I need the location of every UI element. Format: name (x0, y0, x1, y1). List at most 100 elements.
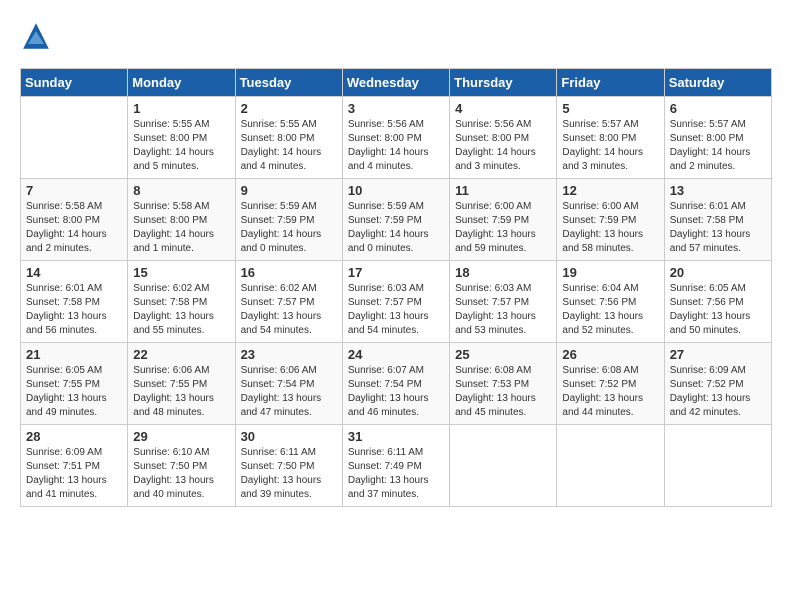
day-number: 31 (348, 429, 444, 444)
calendar-cell: 3Sunrise: 5:56 AMSunset: 8:00 PMDaylight… (342, 97, 449, 179)
day-number: 17 (348, 265, 444, 280)
day-number: 10 (348, 183, 444, 198)
calendar-cell: 5 Sunrise: 5:57 AMSunset: 8:00 PMDaylight… (557, 97, 664, 179)
calendar-cell: 24 Sunrise: 6:07 AMSunset: 7:54 PMDayligh… (342, 343, 449, 425)
day-info: Sunrise: 6:11 AMSunset: 7:49 PMDaylight:… (348, 446, 444, 502)
day-info: Sunrise: 5:58 AMSunset: 8:00 PMDaylight:… (26, 200, 122, 256)
day-info: Sunrise: 6:03 AMSunset: 7:57 PMDaylight:… (455, 282, 551, 338)
day-number: 7 (26, 183, 122, 198)
day-info: Sunrise: 5:55 AMSunset: 8:00 PMDaylight:… (241, 118, 337, 174)
calendar-cell: 4 Sunrise: 5:56 AMSunset: 8:00 PMDaylight… (450, 97, 557, 179)
day-info: Sunrise: 6:02 AMSunset: 7:58 PMDaylight:… (133, 282, 229, 338)
calendar-cell: 12 Sunrise: 6:00 AMSunset: 7:59 PMDayligh… (557, 179, 664, 261)
day-number: 4 (455, 101, 551, 116)
day-number: 19 (562, 265, 658, 280)
calendar-cell: 6 Sunrise: 5:57 AMSunset: 8:00 PMDaylight… (664, 97, 771, 179)
day-number: 2 (241, 101, 337, 116)
day-number: 27 (670, 347, 766, 362)
calendar-row-2: 7 Sunrise: 5:58 AMSunset: 8:00 PMDaylight… (21, 179, 772, 261)
calendar-cell: 28 Sunrise: 6:09 AMSunset: 7:51 PMDayligh… (21, 425, 128, 507)
col-header-friday: Friday (557, 69, 664, 97)
calendar-cell: 26 Sunrise: 6:08 AMSunset: 7:52 PMDayligh… (557, 343, 664, 425)
day-number: 29 (133, 429, 229, 444)
col-header-sunday: Sunday (21, 69, 128, 97)
calendar-cell: 22Sunrise: 6:06 AMSunset: 7:55 PMDayligh… (128, 343, 235, 425)
day-number: 15 (133, 265, 229, 280)
day-number: 24 (348, 347, 444, 362)
day-info: Sunrise: 6:09 AMSunset: 7:52 PMDaylight:… (670, 364, 766, 420)
day-info: Sunrise: 6:08 AMSunset: 7:52 PMDaylight:… (562, 364, 658, 420)
calendar-cell: 8 Sunrise: 5:58 AMSunset: 8:00 PMDaylight… (128, 179, 235, 261)
day-info: Sunrise: 5:58 AMSunset: 8:00 PMDaylight:… (133, 200, 229, 256)
day-info: Sunrise: 6:01 AMSunset: 7:58 PMDaylight:… (670, 200, 766, 256)
day-number: 18 (455, 265, 551, 280)
calendar-cell: 17 Sunrise: 6:03 AMSunset: 7:57 PMDayligh… (342, 261, 449, 343)
day-number: 25 (455, 347, 551, 362)
day-number: 5 (562, 101, 658, 116)
day-info: Sunrise: 6:09 AMSunset: 7:51 PMDaylight:… (26, 446, 122, 502)
day-info: Sunrise: 6:00 AMSunset: 7:59 PMDaylight:… (455, 200, 551, 256)
calendar-cell (450, 425, 557, 507)
calendar-cell: 7 Sunrise: 5:58 AMSunset: 8:00 PMDaylight… (21, 179, 128, 261)
day-info: Sunrise: 6:04 AMSunset: 7:56 PMDaylight:… (562, 282, 658, 338)
day-info: Sunrise: 6:02 AMSunset: 7:57 PMDaylight:… (241, 282, 337, 338)
day-number: 26 (562, 347, 658, 362)
calendar-cell: 29 Sunrise: 6:10 AMSunset: 7:50 PMDayligh… (128, 425, 235, 507)
day-info: Sunrise: 6:00 AMSunset: 7:59 PMDaylight:… (562, 200, 658, 256)
calendar-cell: 1 Sunrise: 5:55 AMSunset: 8:00 PMDaylight… (128, 97, 235, 179)
day-number: 6 (670, 101, 766, 116)
calendar-cell: 14 Sunrise: 6:01 AMSunset: 7:58 PMDayligh… (21, 261, 128, 343)
col-header-monday: Monday (128, 69, 235, 97)
calendar-cell: 21 Sunrise: 6:05 AMSunset: 7:55 PMDayligh… (21, 343, 128, 425)
day-info: Sunrise: 5:55 AMSunset: 8:00 PMDaylight:… (133, 118, 229, 174)
logo-icon (20, 20, 52, 52)
day-info: Sunrise: 5:59 AMSunset: 7:59 PMDaylight:… (241, 200, 337, 256)
day-number: 30 (241, 429, 337, 444)
day-info: Sunrise: 6:06 AMSunset: 7:54 PMDaylight:… (241, 364, 337, 420)
calendar-cell: 16 Sunrise: 6:02 AMSunset: 7:57 PMDayligh… (235, 261, 342, 343)
day-info: Sunrise: 5:59 AMSunset: 7:59 PMDaylight:… (348, 200, 444, 256)
page-header (20, 20, 772, 52)
calendar-row-1: 1 Sunrise: 5:55 AMSunset: 8:00 PMDaylight… (21, 97, 772, 179)
calendar-cell: 20Sunrise: 6:05 AMSunset: 7:56 PMDayligh… (664, 261, 771, 343)
day-number: 8 (133, 183, 229, 198)
calendar-row-3: 14 Sunrise: 6:01 AMSunset: 7:58 PMDayligh… (21, 261, 772, 343)
day-number: 21 (26, 347, 122, 362)
day-number: 12 (562, 183, 658, 198)
calendar-cell: 31 Sunrise: 6:11 AMSunset: 7:49 PMDayligh… (342, 425, 449, 507)
day-info: Sunrise: 6:05 AMSunset: 7:55 PMDaylight:… (26, 364, 122, 420)
calendar-cell: 11 Sunrise: 6:00 AMSunset: 7:59 PMDayligh… (450, 179, 557, 261)
calendar-cell: 13 Sunrise: 6:01 AMSunset: 7:58 PMDayligh… (664, 179, 771, 261)
day-number: 20 (670, 265, 766, 280)
calendar-cell (21, 97, 128, 179)
day-number: 1 (133, 101, 229, 116)
day-info: Sunrise: 5:56 AMSunset: 8:00 PMDaylight:… (455, 118, 551, 174)
day-info: Sunrise: 5:57 AMSunset: 8:00 PMDaylight:… (670, 118, 766, 174)
day-number: 13 (670, 183, 766, 198)
calendar-cell: 19 Sunrise: 6:04 AMSunset: 7:56 PMDayligh… (557, 261, 664, 343)
col-header-wednesday: Wednesday (342, 69, 449, 97)
day-number: 28 (26, 429, 122, 444)
day-info: Sunrise: 6:10 AMSunset: 7:50 PMDaylight:… (133, 446, 229, 502)
day-number: 23 (241, 347, 337, 362)
day-info: Sunrise: 5:57 AMSunset: 8:00 PMDaylight:… (562, 118, 658, 174)
calendar-cell (664, 425, 771, 507)
calendar-cell: 23 Sunrise: 6:06 AMSunset: 7:54 PMDayligh… (235, 343, 342, 425)
calendar-table: SundayMondayTuesdayWednesdayThursdayFrid… (20, 68, 772, 507)
day-number: 16 (241, 265, 337, 280)
calendar-cell: 10 Sunrise: 5:59 AMSunset: 7:59 PMDayligh… (342, 179, 449, 261)
day-number: 3 (348, 101, 444, 116)
logo (20, 20, 58, 52)
day-info: Sunrise: 6:11 AMSunset: 7:50 PMDaylight:… (241, 446, 337, 502)
day-number: 14 (26, 265, 122, 280)
day-number: 9 (241, 183, 337, 198)
calendar-cell (557, 425, 664, 507)
col-header-thursday: Thursday (450, 69, 557, 97)
calendar-row-5: 28 Sunrise: 6:09 AMSunset: 7:51 PMDayligh… (21, 425, 772, 507)
day-info: Sunrise: 6:01 AMSunset: 7:58 PMDaylight:… (26, 282, 122, 338)
day-number: 11 (455, 183, 551, 198)
calendar-cell: 25 Sunrise: 6:08 AMSunset: 7:53 PMDayligh… (450, 343, 557, 425)
day-info: Sunrise: 6:07 AMSunset: 7:54 PMDaylight:… (348, 364, 444, 420)
day-info: Sunrise: 6:08 AMSunset: 7:53 PMDaylight:… (455, 364, 551, 420)
day-info: Sunrise: 6:03 AMSunset: 7:57 PMDaylight:… (348, 282, 444, 338)
